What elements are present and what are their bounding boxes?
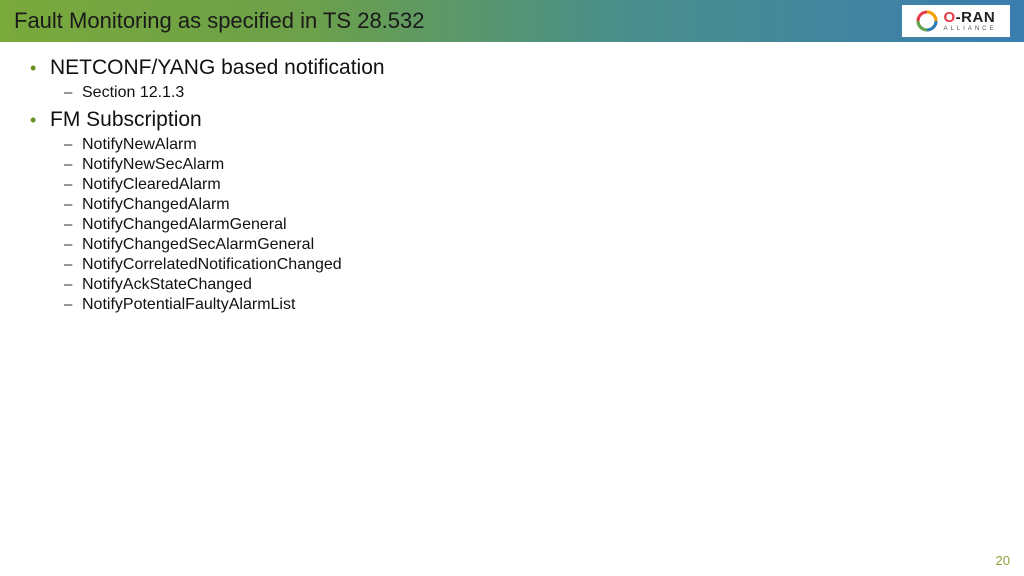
sub-item: –NotifyNewAlarm [64, 136, 996, 154]
bullet-list: • NETCONF/YANG based notification –Secti… [28, 56, 996, 314]
sub-list: –NotifyNewAlarm –NotifyNewSecAlarm –Noti… [28, 136, 996, 314]
oran-logo: O-RAN ALLIANCE [902, 5, 1010, 37]
sub-item: –Section 12.1.3 [64, 84, 996, 102]
slide: Fault Monitoring as specified in TS 28.5… [0, 0, 1024, 576]
page-number: 20 [996, 553, 1010, 568]
sub-item: –NotifyChangedAlarm [64, 196, 996, 214]
sub-item: –NotifyClearedAlarm [64, 176, 996, 194]
sub-item: –NotifyChangedSecAlarmGeneral [64, 236, 996, 254]
oran-logo-icon [915, 9, 939, 33]
sub-item: –NotifyChangedAlarmGeneral [64, 216, 996, 234]
bullet-label: NETCONF/YANG based notification [50, 56, 385, 80]
sub-list: –Section 12.1.3 [28, 84, 996, 102]
title-bar: Fault Monitoring as specified in TS 28.5… [0, 0, 1024, 42]
sub-item: –NotifyPotentialFaultyAlarmList [64, 296, 996, 314]
bullet-item: • NETCONF/YANG based notification –Secti… [28, 56, 996, 102]
sub-item: –NotifyCorrelatedNotificationChanged [64, 256, 996, 274]
sub-item: –NotifyNewSecAlarm [64, 156, 996, 174]
slide-content: • NETCONF/YANG based notification –Secti… [0, 42, 1024, 314]
bullet-icon: • [28, 58, 50, 79]
bullet-item: • FM Subscription –NotifyNewAlarm –Notif… [28, 108, 996, 314]
slide-title: Fault Monitoring as specified in TS 28.5… [14, 8, 425, 34]
sub-item: –NotifyAckStateChanged [64, 276, 996, 294]
bullet-label: FM Subscription [50, 108, 202, 132]
oran-logo-sub: ALLIANCE [943, 26, 996, 32]
bullet-icon: • [28, 110, 50, 131]
oran-logo-main: O-RAN [943, 10, 996, 25]
oran-logo-text: O-RAN ALLIANCE [943, 10, 996, 32]
